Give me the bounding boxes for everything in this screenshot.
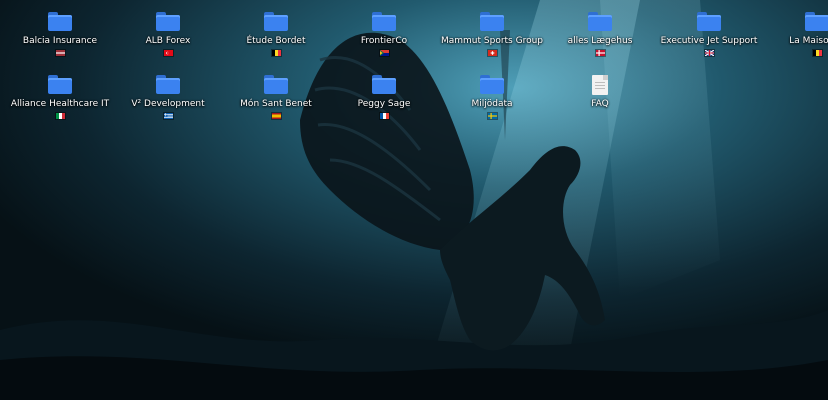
- desktop-icon-frontierco[interactable]: FrontierCo: [330, 0, 438, 58]
- desktop-icon-alliance-healthcare-it[interactable]: Alliance Healthcare IT: [6, 63, 114, 121]
- united-kingdom-flag-icon: [703, 49, 715, 57]
- desktop-icon-executive-jet-support[interactable]: Executive Jet Support: [655, 0, 763, 58]
- desktop-icon-miljodata[interactable]: Miljödata: [438, 63, 546, 121]
- desktop-icon-label: FrontierCo: [360, 36, 408, 46]
- france-flag-icon: [378, 112, 390, 120]
- desktop-icon-label: Étude Bordet: [246, 36, 306, 46]
- greece-flag-icon: [162, 112, 174, 120]
- south-africa-flag-icon: [378, 49, 390, 57]
- belgium-flag-icon: [270, 49, 282, 57]
- desktop-icon-la-maison-li[interactable]: La Maison Li: [763, 0, 828, 58]
- desktop-icon-mon-sant-benet[interactable]: Món Sant Benet: [222, 63, 330, 121]
- folder-icon: [264, 12, 288, 32]
- switzerland-flag-icon: [486, 49, 498, 57]
- latvia-flag-icon: [54, 49, 66, 57]
- desktop-icon-label: Miljödata: [471, 99, 513, 109]
- desktop-icon-label: alles Lægehus: [567, 36, 633, 46]
- spain-flag-icon: [270, 112, 282, 120]
- turkey-flag-icon: [162, 49, 174, 57]
- desktop-icon-label: Peggy Sage: [357, 99, 411, 109]
- desktop-icon-label: Mammut Sports Group: [440, 36, 544, 46]
- desktop-icon-label: Alliance Healthcare IT: [10, 99, 110, 109]
- folder-icon: [480, 12, 504, 32]
- desktop-icon-mammut-sports-group[interactable]: Mammut Sports Group: [438, 0, 546, 58]
- desktop-icon-label: V² Development: [131, 99, 205, 109]
- folder-icon: [264, 75, 288, 95]
- folder-icon: [480, 75, 504, 95]
- desktop-icon-label: ALB Forex: [145, 36, 191, 46]
- desktop-icon-etude-bordet[interactable]: Étude Bordet: [222, 0, 330, 58]
- folder-icon: [588, 12, 612, 32]
- folder-icon: [697, 12, 721, 32]
- belgium-flag-icon: [811, 49, 823, 57]
- folder-icon: [805, 12, 828, 32]
- desktop-icon-v-development[interactable]: V² Development: [114, 63, 222, 121]
- desktop-icon-label: FAQ: [591, 99, 609, 109]
- desktop-icon-label: Món Sant Benet: [240, 99, 312, 109]
- folder-icon: [48, 12, 72, 32]
- desktop-icon-label: La Maison Li: [789, 36, 828, 46]
- sweden-flag-icon: [486, 112, 498, 120]
- desktop-icon-alb-forex[interactable]: ALB Forex: [114, 0, 222, 58]
- folder-icon: [48, 75, 72, 95]
- desktop-icon-alles-l-gehus[interactable]: alles Lægehus: [546, 0, 654, 58]
- document-icon: [592, 75, 608, 95]
- folder-icon: [156, 75, 180, 95]
- folder-icon: [372, 12, 396, 32]
- folder-icon: [156, 12, 180, 32]
- italy-flag-icon: [54, 112, 66, 120]
- desktop-icon-balcia-insurance[interactable]: Balcia Insurance: [6, 0, 114, 58]
- desktop-icon-label: Executive Jet Support: [660, 36, 758, 46]
- desktop-icon-faq[interactable]: FAQ: [546, 63, 654, 121]
- desktop-icon-peggy-sage[interactable]: Peggy Sage: [330, 63, 438, 121]
- folder-icon: [372, 75, 396, 95]
- denmark-flag-icon: [594, 49, 606, 57]
- desktop-icon-label: Balcia Insurance: [22, 36, 98, 46]
